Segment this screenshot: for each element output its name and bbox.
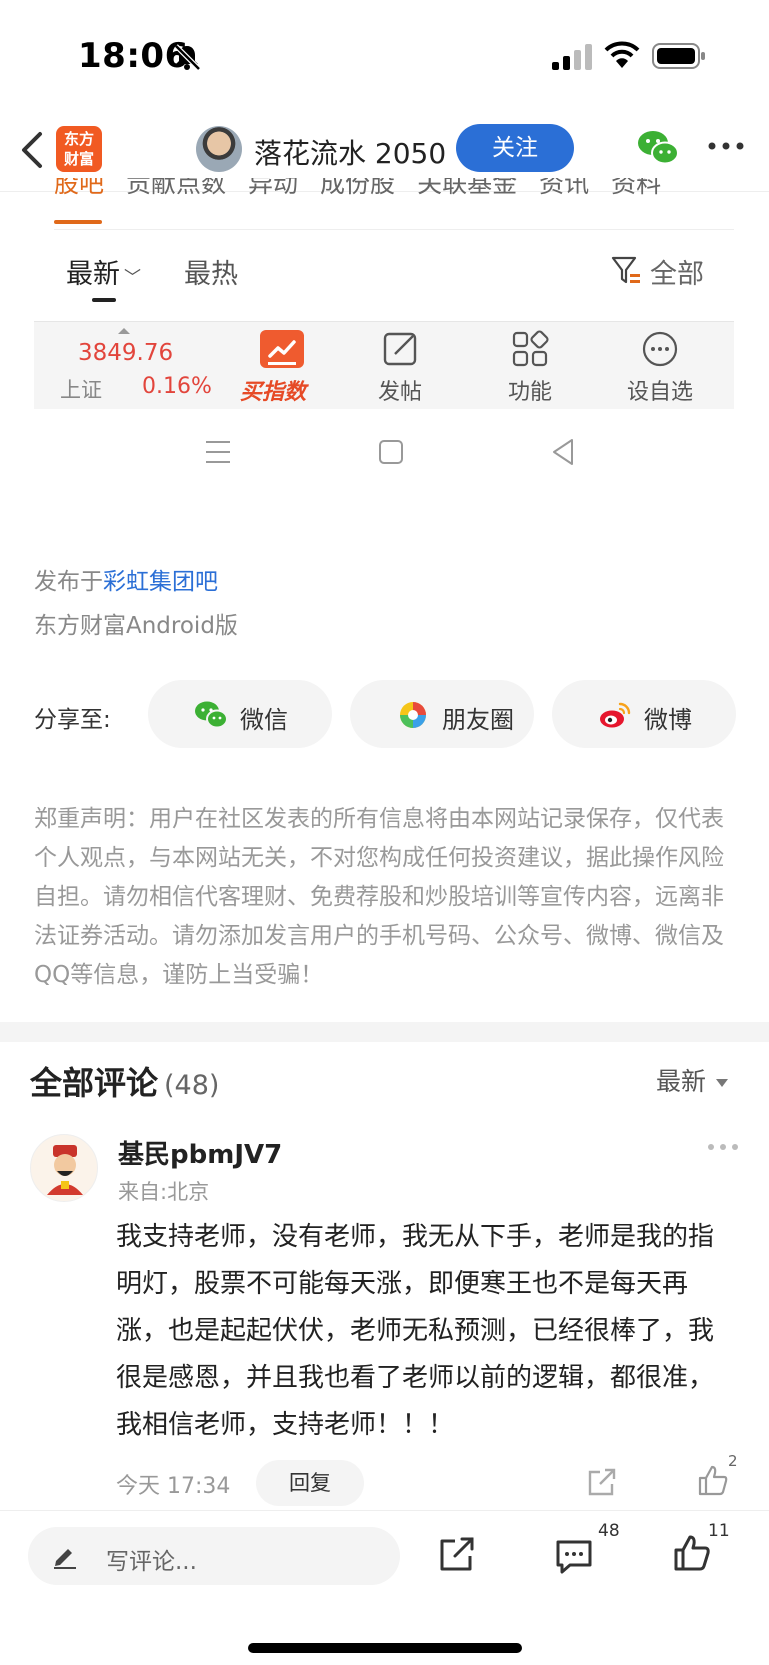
share-wechat-label: 微信 xyxy=(240,706,288,734)
sort-latest-button[interactable]: 最新 ﹀ xyxy=(66,252,141,291)
stock-tabs: 股吧 贡献点数 异动 成份股 关联基金 资讯 资料 xyxy=(54,178,734,230)
buy-index-icon[interactable] xyxy=(260,330,304,368)
index-name[interactable]: 上证 xyxy=(60,374,102,404)
comment-like-icon[interactable] xyxy=(696,1464,730,1498)
tab-constituents[interactable]: 成份股 xyxy=(320,178,395,200)
back-button[interactable] xyxy=(16,128,46,172)
share-wechat-button[interactable]: 微信 xyxy=(148,680,332,748)
share-moments-label: 朋友圈 xyxy=(442,706,514,734)
tab-profile[interactable]: 资料 xyxy=(611,178,661,200)
filter-icon[interactable] xyxy=(610,254,642,286)
back-triangle-icon xyxy=(553,439,573,465)
section-divider xyxy=(0,1022,769,1042)
grid-icon xyxy=(512,330,549,367)
sort-row: 最新 ﹀ 最热 全部 xyxy=(0,240,769,306)
sort-latest-label: 最新 xyxy=(66,259,120,290)
bottom-bar: 写评论... 48 11 xyxy=(0,1510,769,1665)
share-weibo-label: 微博 xyxy=(644,706,692,734)
sort-hot-button[interactable]: 最热 xyxy=(184,252,238,291)
like-count-badge: 11 xyxy=(708,1521,730,1541)
comments-title: 全部评论 (48) xyxy=(30,1058,219,1104)
comment-body: 我支持老师，没有老师，我无从下手，老师是我的指明灯，股票不可能每天涨，即便寒王也… xyxy=(116,1222,715,1440)
tab-guba[interactable]: 股吧 xyxy=(54,178,104,200)
post-button[interactable]: 发帖 xyxy=(350,322,450,410)
user-avatar[interactable] xyxy=(196,126,242,172)
signal-icon xyxy=(552,44,592,70)
post-client: 东方财富Android版 xyxy=(34,613,238,639)
caret-down-icon xyxy=(716,1079,729,1087)
post-label: 发帖 xyxy=(377,380,422,405)
comment-author[interactable]: 基民pbmJV7 xyxy=(118,1134,282,1171)
comments-sort-dropdown[interactable]: 最新 xyxy=(656,1062,729,1098)
reply-button[interactable]: 回复 xyxy=(256,1460,364,1506)
menu-icon xyxy=(206,441,230,463)
comment-time: 今天 17:34 xyxy=(116,1474,231,1499)
write-comment-input[interactable]: 写评论... xyxy=(28,1527,400,1585)
user-name[interactable]: 落花流水 2050 xyxy=(254,132,446,172)
comment-like-count: 2 xyxy=(728,1452,738,1470)
sort-underline xyxy=(92,298,116,302)
fortune-god-avatar-icon xyxy=(47,1145,83,1195)
write-comment-placeholder: 写评论... xyxy=(106,1549,197,1575)
wifi-icon xyxy=(604,41,640,68)
tab-related-funds[interactable]: 关联基金 xyxy=(417,178,517,200)
comment-location: 来自:北京 xyxy=(118,1180,210,1204)
active-tab-underline xyxy=(54,220,102,224)
comments-icon[interactable] xyxy=(554,1537,594,1575)
like-icon[interactable] xyxy=(672,1533,712,1573)
caret-up-icon xyxy=(118,328,130,334)
post-source-prefix: 发布于 xyxy=(34,569,103,595)
compose-icon xyxy=(383,332,417,366)
comment-share-icon[interactable] xyxy=(586,1466,618,1498)
index-change[interactable]: 0.16% xyxy=(142,374,212,399)
post-source: 发布于彩虹集团吧 xyxy=(34,562,218,596)
home-square-icon xyxy=(379,440,403,464)
chevron-down-icon: ﹀ xyxy=(124,268,141,288)
comments-sort-label: 最新 xyxy=(656,1067,707,1096)
buy-index-label[interactable]: 买指数 xyxy=(240,374,306,406)
home-indicator xyxy=(248,1643,522,1653)
status-bar: 18:06 xyxy=(0,0,769,110)
disclaimer: 郑重声明：用户在社区发表的所有信息将由本网站记录保存，仅代表个人观点，与本网站无… xyxy=(34,806,724,988)
function-button[interactable]: 功能 xyxy=(480,322,580,410)
comment-avatar[interactable] xyxy=(30,1134,98,1202)
index-value[interactable]: 3849.76 xyxy=(78,340,173,366)
moments-icon xyxy=(400,702,426,728)
wechat-share-icon[interactable] xyxy=(636,128,680,168)
more-icon[interactable] xyxy=(706,136,746,156)
pencil-icon xyxy=(54,1549,76,1569)
follow-button[interactable]: 关注 xyxy=(456,124,574,172)
comments-count: (48) xyxy=(164,1070,220,1101)
comments-title-text: 全部评论 xyxy=(30,1064,159,1102)
comment-more-icon[interactable] xyxy=(706,1142,740,1152)
tab-contribution[interactable]: 贡献点数 xyxy=(126,178,226,200)
comments-count-badge: 48 xyxy=(598,1521,620,1541)
weibo-icon xyxy=(600,702,631,728)
add-watchlist-button[interactable]: 设自选 xyxy=(610,322,710,410)
share-moments-button[interactable]: 朋友圈 xyxy=(350,680,534,748)
share-weibo-button[interactable]: 微博 xyxy=(552,680,736,748)
wechat-icon xyxy=(195,701,228,729)
function-label: 功能 xyxy=(507,380,552,405)
bar-link[interactable]: 彩虹集团吧 xyxy=(103,569,218,595)
more-circle-icon xyxy=(642,331,678,367)
app-logo-line2: 财富 xyxy=(63,150,94,168)
tab-news[interactable]: 资讯 xyxy=(539,178,589,200)
share-icon[interactable] xyxy=(438,1535,476,1573)
android-nav-bar-image xyxy=(0,432,769,472)
app-logo-line1: 东方 xyxy=(63,130,94,148)
tab-movement[interactable]: 异动 xyxy=(248,178,298,200)
battery-icon xyxy=(652,43,705,69)
app-logo[interactable]: 东方 财富 xyxy=(56,126,102,172)
bell-muted-icon xyxy=(174,44,201,71)
share-label: 分享至: xyxy=(34,707,111,733)
watchlist-label: 设自选 xyxy=(626,380,693,405)
index-action-bar: 3849.76 上证 0.16% 买指数 发帖 功能 设自选 xyxy=(34,321,734,409)
filter-label[interactable]: 全部 xyxy=(650,252,704,291)
